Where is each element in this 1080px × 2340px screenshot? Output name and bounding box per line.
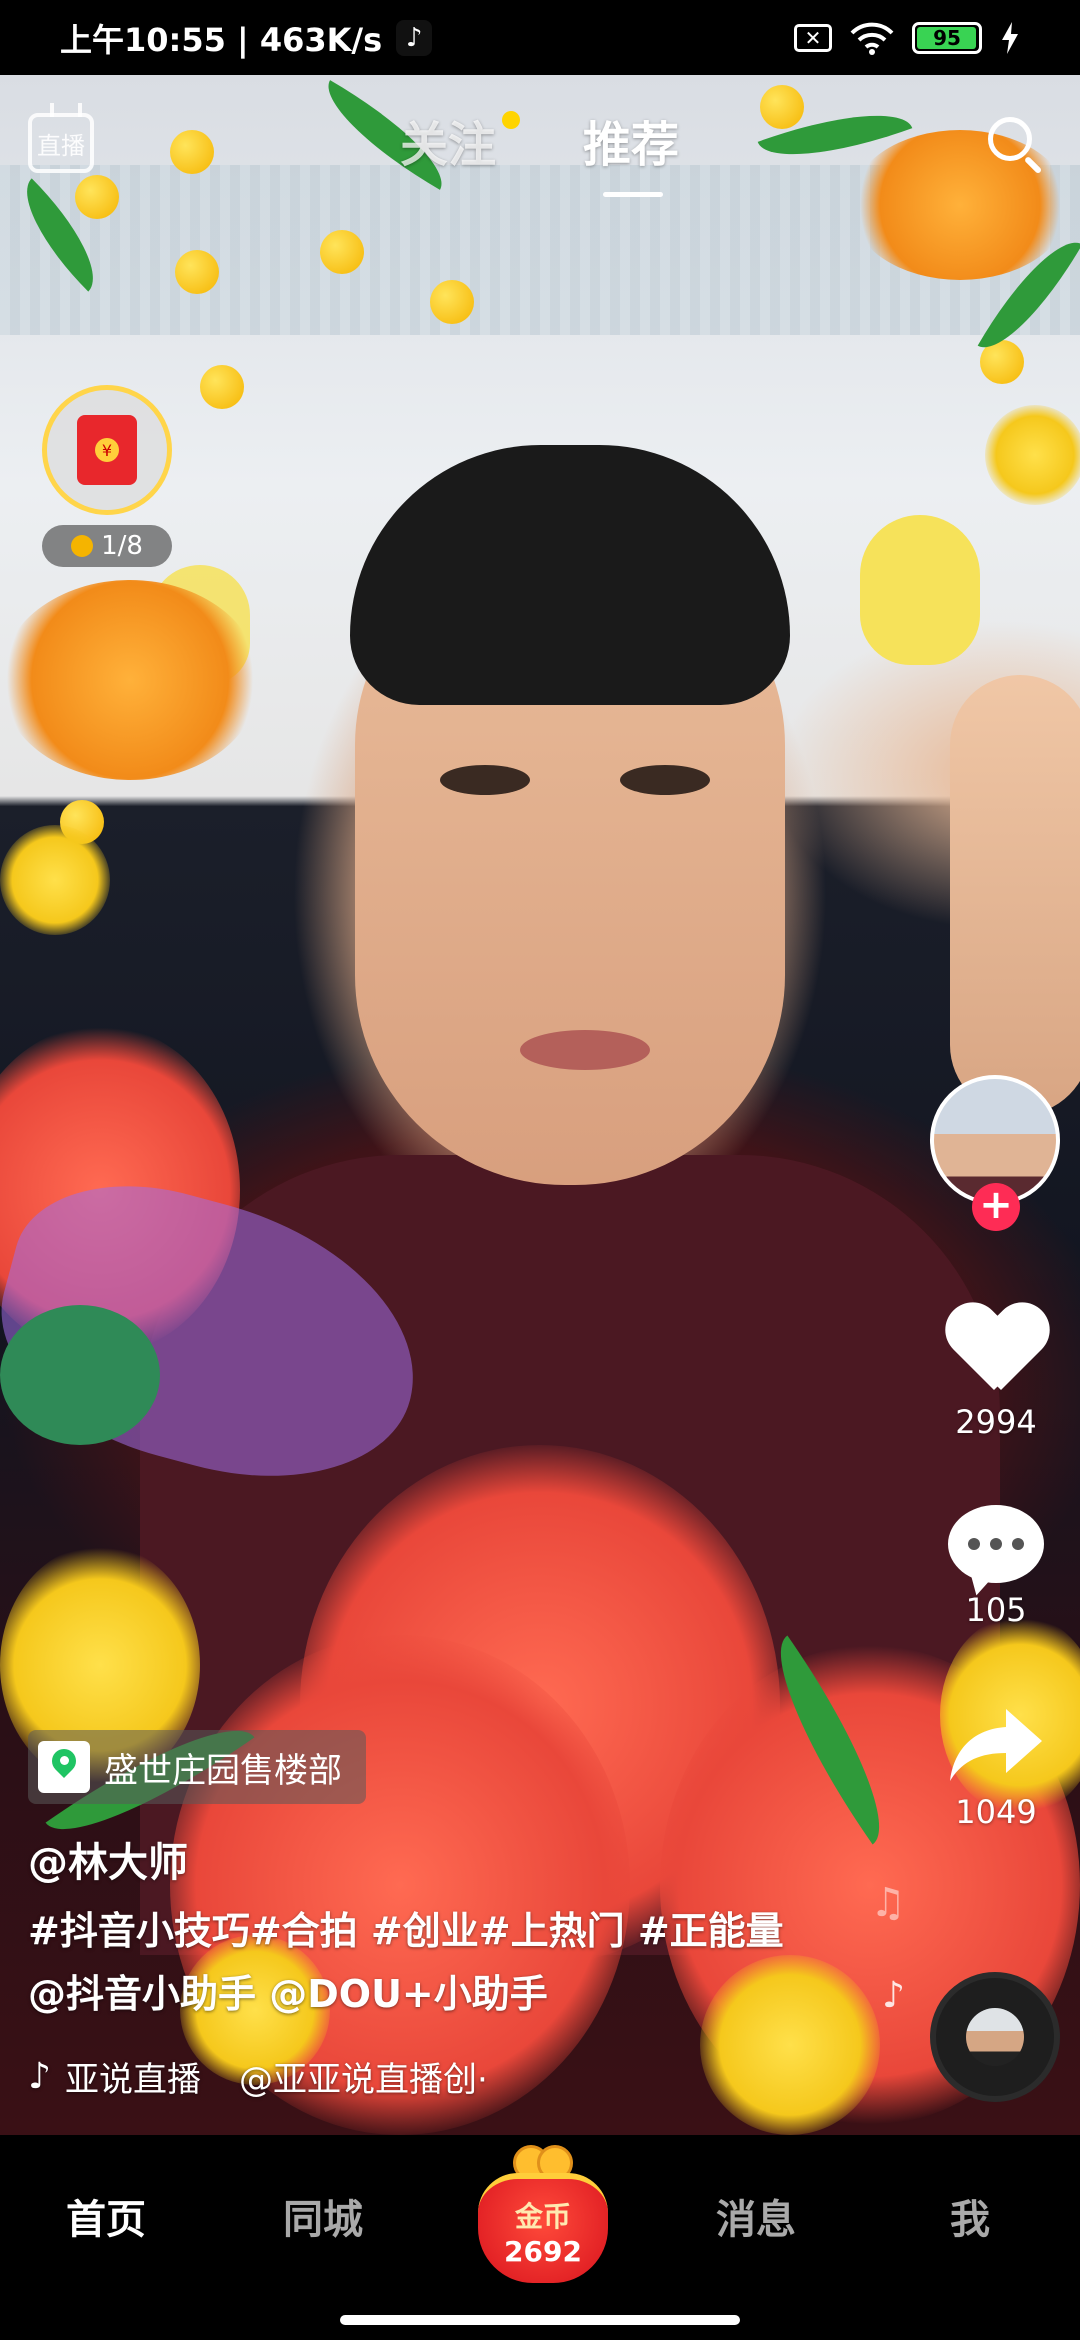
- music-disc-cover: [966, 2008, 1024, 2066]
- status-right: ✕ 95: [794, 21, 1020, 55]
- orange-bird: [0, 580, 260, 780]
- pikachu-plush-right: [860, 515, 980, 665]
- coin-bag-icon: 金币 2692: [478, 2173, 608, 2283]
- charging-icon: [1002, 21, 1018, 54]
- orange-fruit: [985, 405, 1080, 505]
- person-hand: [950, 675, 1080, 1115]
- tab-follow[interactable]: 关注: [400, 105, 521, 175]
- music-title: 亚说直播: [64, 2060, 201, 2100]
- share-icon: [948, 1705, 1044, 1785]
- tab-recommend[interactable]: 推荐: [583, 105, 680, 197]
- share-count: 1049: [955, 1793, 1037, 1831]
- coin-bag-button[interactable]: 金币 2692: [478, 2145, 608, 2290]
- notification-dot: [502, 111, 521, 129]
- author-avatar-group: +: [930, 1075, 1060, 1231]
- green-ball: [0, 1305, 160, 1445]
- nav-me[interactable]: 我: [950, 2187, 990, 2245]
- nav-messages[interactable]: 消息: [716, 2187, 796, 2245]
- live-button[interactable]: 直播: [28, 113, 94, 173]
- coin-label: 金币: [514, 2199, 571, 2233]
- like-button[interactable]: 2994: [935, 1305, 1057, 1441]
- status-time-speed: 上午10:55 | 463K/s: [60, 20, 383, 59]
- video-caption[interactable]: #抖音小技巧#合拍 #创业#上热门 #正能量@抖音小助手 @DOU+小助手: [28, 1900, 808, 2026]
- person-mouth: [520, 1030, 650, 1070]
- status-bar: 上午10:55 | 463K/s ♪ ✕ 95: [0, 0, 1080, 75]
- falling-coin: [430, 280, 474, 324]
- falling-coin: [200, 365, 244, 409]
- comment-icon: [948, 1505, 1044, 1583]
- person-eye-left: [440, 765, 530, 795]
- red-packet-button[interactable]: ¥: [42, 385, 172, 515]
- location-pin-icon: [38, 1741, 90, 1793]
- battery-icon: 95: [912, 21, 982, 54]
- music-disc[interactable]: [930, 1972, 1060, 2102]
- music-author: @亚亚说直播创·: [238, 2060, 488, 2100]
- orange-fruit: [0, 825, 110, 935]
- wifi-icon: [850, 22, 894, 55]
- falling-coin: [320, 230, 364, 274]
- tab-recommend-label: 推荐: [583, 117, 680, 173]
- comment-count: 105: [965, 1591, 1027, 1629]
- red-packet-progress-text: 1/8: [101, 531, 143, 561]
- person-hair: [350, 445, 790, 705]
- author-name[interactable]: @林大师: [28, 1830, 188, 1888]
- nav-nearby[interactable]: 同城: [283, 2187, 363, 2245]
- bottom-nav: 首页 同城 金币 2692 消息 我: [0, 2135, 1080, 2340]
- location-tag[interactable]: 盛世庄园售楼部: [28, 1730, 366, 1804]
- tiktok-music-icon: ♪: [28, 2056, 51, 2097]
- music-note-icon: ♪: [882, 1975, 905, 2016]
- location-label: 盛世庄园售楼部: [104, 1750, 342, 1791]
- coin-count: 2692: [504, 2234, 582, 2268]
- search-icon[interactable]: [988, 117, 1044, 175]
- falling-coin: [175, 250, 219, 294]
- gold-coin-icon: [71, 535, 94, 557]
- battery-level: 95: [933, 25, 961, 50]
- no-sim-icon: ✕: [794, 23, 832, 52]
- music-info[interactable]: ♪ 亚说直播 @亚亚说直播创·: [28, 2052, 488, 2101]
- home-indicator[interactable]: [340, 2315, 740, 2325]
- red-packet-progress: 1/8: [42, 525, 172, 567]
- tiktok-notification-icon: ♪: [396, 19, 433, 56]
- comment-button[interactable]: 105: [935, 1505, 1057, 1629]
- red-envelope-icon: ¥: [77, 415, 137, 485]
- like-count: 2994: [955, 1403, 1037, 1441]
- top-nav: 直播 关注 推荐: [0, 75, 1080, 205]
- share-button[interactable]: 1049: [935, 1705, 1057, 1831]
- follow-plus-button[interactable]: +: [972, 1183, 1020, 1231]
- status-left: 上午10:55 | 463K/s ♪: [60, 15, 433, 61]
- music-note-icon: ♫: [870, 1880, 906, 1926]
- tab-follow-label: 关注: [400, 117, 497, 173]
- live-label: 直播: [37, 131, 85, 160]
- video-player[interactable]: [0, 75, 1080, 2135]
- heart-icon: [946, 1305, 1046, 1395]
- active-tab-indicator: [603, 192, 663, 197]
- nav-home[interactable]: 首页: [66, 2187, 146, 2245]
- person-eye-right: [620, 765, 710, 795]
